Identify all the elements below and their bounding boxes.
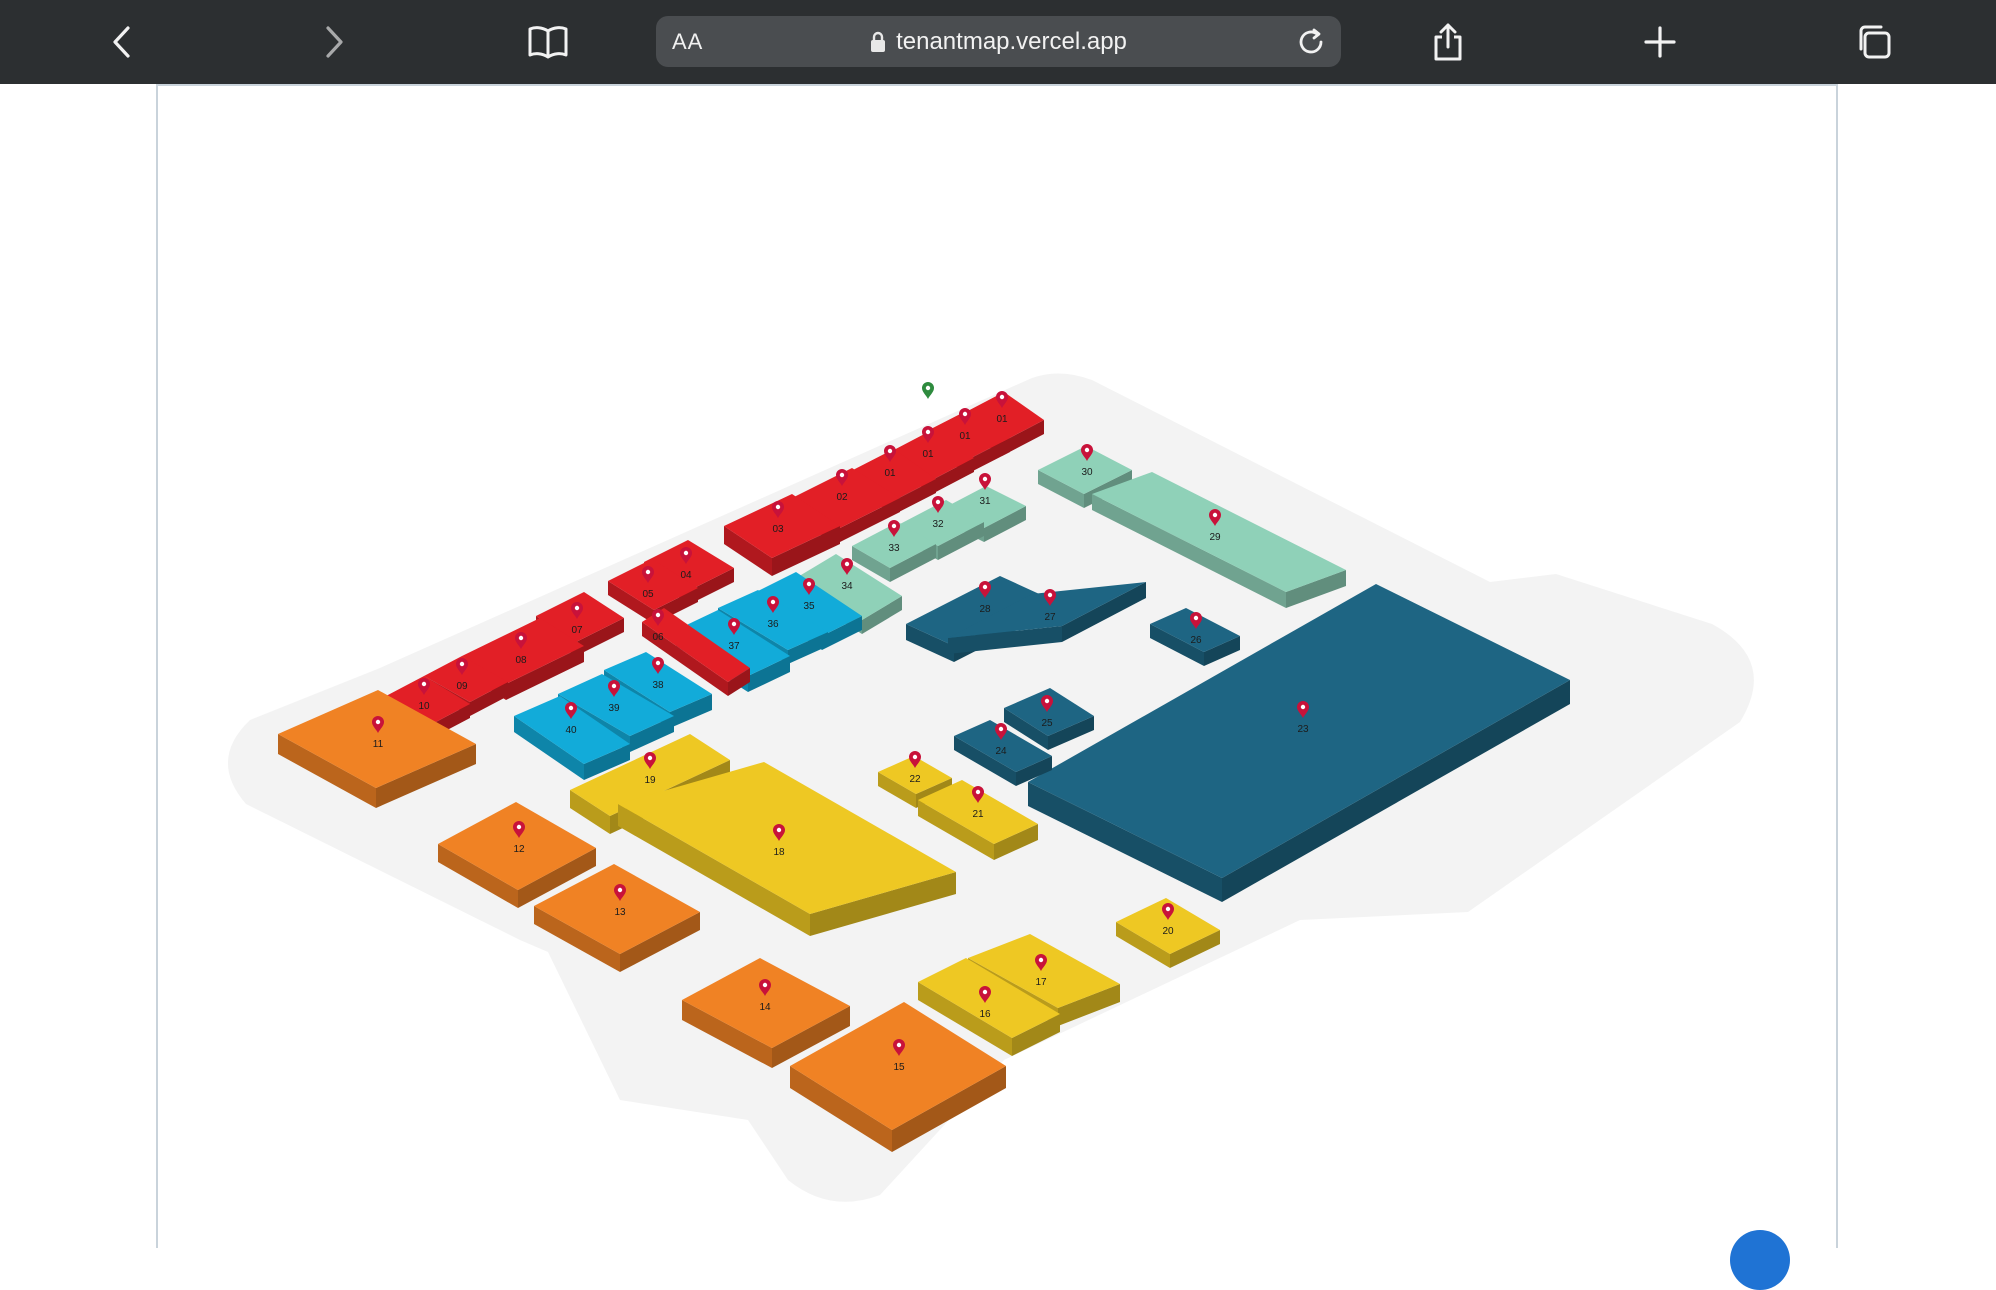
unit-label: 29: [1209, 532, 1221, 543]
unit-label: 17: [1035, 977, 1047, 988]
unit-label: 35: [803, 601, 815, 612]
tenant-map: 01 01 01 30 01 02 31 03 32 29 33 04 05 34 28 27 35 07 36 26…: [227, 373, 1754, 1202]
unit-label: 05: [642, 589, 654, 600]
unit-label: 01: [996, 414, 1008, 425]
unit-label: 24: [995, 746, 1007, 757]
entrance-pin-icon[interactable]: [922, 382, 934, 399]
unit-label: 40: [565, 725, 577, 736]
unit-label: 25: [1041, 718, 1053, 729]
unit-label: 16: [979, 1009, 991, 1020]
unit-label: 30: [1081, 467, 1093, 478]
unit-label: 26: [1190, 635, 1202, 646]
unit-label: 01: [922, 449, 934, 460]
unit-label: 22: [909, 774, 921, 785]
unit-label: 02: [836, 492, 848, 503]
unit-label: 15: [893, 1062, 905, 1073]
unit-label: 08: [515, 655, 527, 666]
unit-label: 11: [373, 739, 384, 750]
unit-label: 06: [652, 632, 664, 643]
unit-label: 03: [772, 524, 784, 535]
floating-action-button[interactable]: [1730, 1230, 1790, 1290]
unit-label: 32: [932, 519, 944, 530]
unit-label: 01: [884, 468, 896, 479]
unit-label: 19: [644, 775, 656, 786]
unit-label: 39: [608, 703, 620, 714]
unit-label: 28: [979, 604, 991, 615]
unit-label: 34: [841, 581, 853, 592]
unit-label: 18: [773, 847, 785, 858]
unit-label: 07: [571, 625, 583, 636]
unit-label: 14: [759, 1002, 771, 1013]
unit-label: 38: [652, 680, 664, 691]
unit-label: 36: [767, 619, 779, 630]
unit-label: 12: [513, 844, 525, 855]
unit-label: 04: [680, 570, 692, 581]
unit-label: 09: [456, 681, 468, 692]
unit-label: 21: [972, 809, 984, 820]
unit-label: 13: [614, 907, 626, 918]
unit-label: 01: [959, 431, 971, 442]
unit-label: 20: [1162, 926, 1174, 937]
unit-label: 23: [1297, 724, 1309, 735]
unit-label: 31: [979, 496, 991, 507]
unit-label: 10: [418, 701, 430, 712]
unit-label: 33: [888, 543, 900, 554]
unit-label: 27: [1044, 612, 1056, 623]
unit-label: 37: [728, 641, 740, 652]
